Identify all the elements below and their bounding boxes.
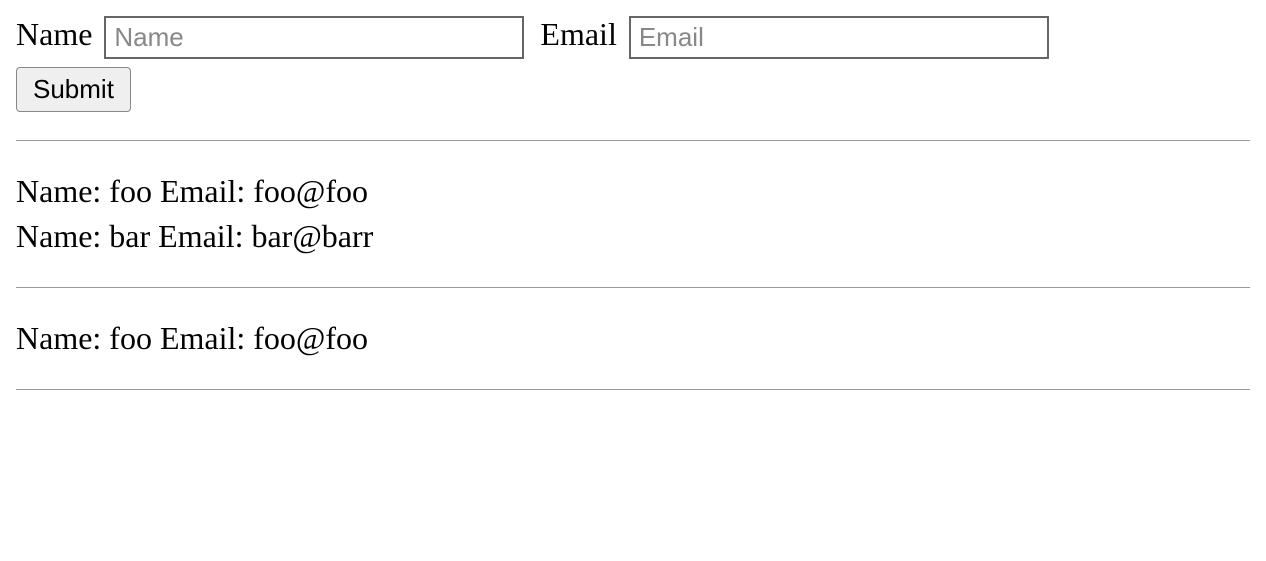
submit-button[interactable]: Submit bbox=[16, 67, 131, 112]
entries-list-1: Name: foo Email: foo@foo Name: bar Email… bbox=[16, 169, 1250, 259]
submit-row: Submit bbox=[16, 67, 1250, 112]
list-item: Name: bar Email: bar@barr bbox=[16, 214, 1250, 259]
divider bbox=[16, 287, 1250, 288]
list-item: Name: foo Email: foo@foo bbox=[16, 316, 1250, 361]
email-label: Email bbox=[540, 16, 616, 52]
divider bbox=[16, 389, 1250, 390]
name-input[interactable] bbox=[104, 16, 524, 59]
email-input[interactable] bbox=[629, 16, 1049, 59]
form-row: Name Email bbox=[16, 16, 1250, 59]
list-item: Name: foo Email: foo@foo bbox=[16, 169, 1250, 214]
divider bbox=[16, 140, 1250, 141]
name-label: Name bbox=[16, 16, 92, 52]
entries-list-2: Name: foo Email: foo@foo bbox=[16, 316, 1250, 361]
